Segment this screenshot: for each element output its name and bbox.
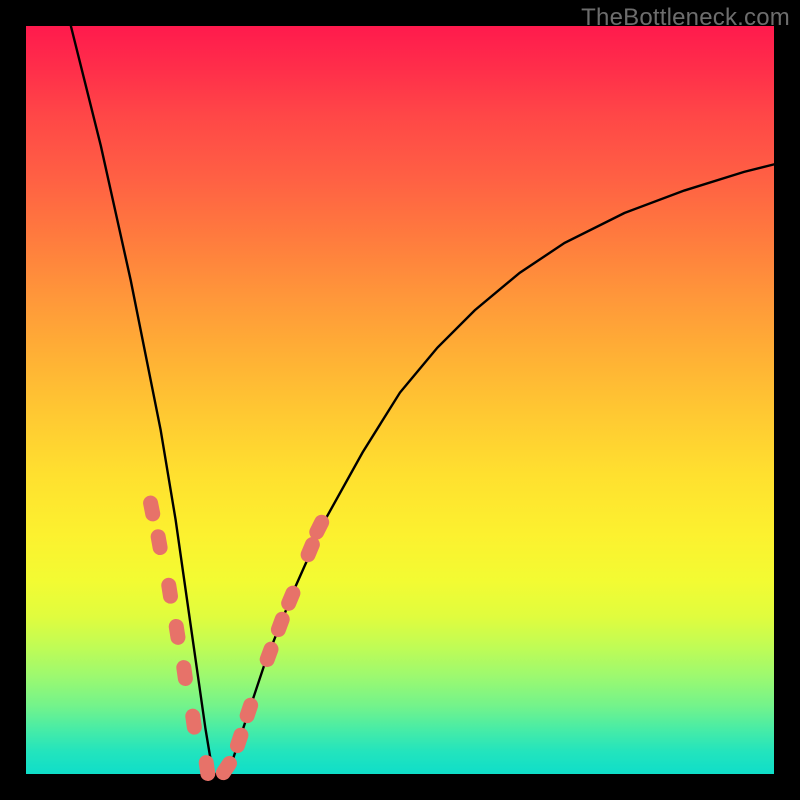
watermark-text: TheBottleneck.com [581, 4, 790, 32]
data-marker [279, 583, 303, 613]
data-marker [238, 696, 260, 725]
data-marker [160, 577, 179, 605]
data-marker [142, 494, 162, 522]
data-marker [258, 640, 281, 670]
bottleneck-curve [71, 26, 774, 774]
data-marker [184, 708, 203, 736]
plot-area [26, 26, 774, 774]
data-marker [175, 659, 194, 687]
curve-svg [26, 26, 774, 774]
data-marker [168, 618, 187, 646]
data-markers [142, 494, 332, 783]
data-marker [198, 754, 217, 782]
data-marker [228, 726, 250, 755]
data-marker [149, 528, 168, 556]
data-marker [213, 753, 240, 783]
data-marker [269, 610, 292, 640]
chart-frame: TheBottleneck.com [0, 0, 800, 800]
